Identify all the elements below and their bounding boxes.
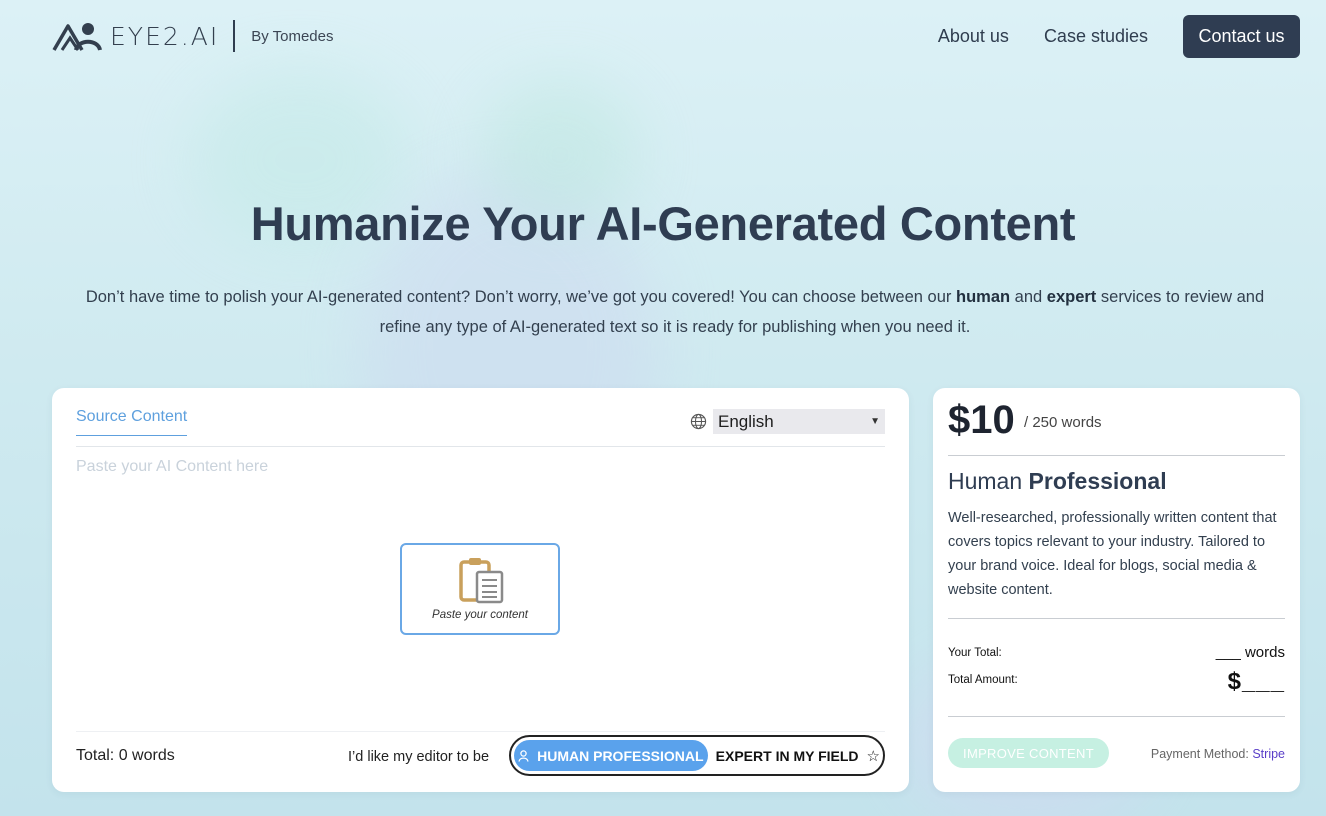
pricing-card: $10 / 250 words Human Professional Well-…	[933, 388, 1300, 792]
site-header: EYE2.AI By Tomedes About us Case studies…	[0, 0, 1326, 74]
editor-footer-divider	[76, 731, 885, 732]
word-total: Total: 0 words	[76, 747, 175, 764]
language-selected: English	[718, 411, 774, 431]
plan-description: Well-researched, professionally written …	[948, 510, 1277, 598]
pricing-divider-top	[948, 455, 1285, 456]
language-picker: English ▼	[690, 409, 885, 434]
total-amount-label: Total Amount:	[948, 674, 1018, 686]
editor-type-toggle: HUMAN PROFESSIONAL EXPERT IN MY FIELD ☆	[509, 735, 885, 776]
pricing-divider-middle	[948, 618, 1285, 619]
logo-mark-icon	[52, 23, 102, 51]
payment-stripe-link[interactable]: Stripe	[1252, 747, 1285, 761]
nav-case-studies[interactable]: Case studies	[1044, 26, 1148, 47]
total-amount-value: $___	[1227, 668, 1285, 695]
hero-bold-human: human	[955, 288, 1011, 306]
logo-byline: By Tomedes	[251, 27, 334, 45]
logo-divider	[233, 20, 236, 52]
your-total-label: Your Total:	[948, 647, 1002, 659]
paste-content-label: Paste your content	[432, 609, 528, 621]
tab-source-content[interactable]: Source Content	[76, 408, 188, 436]
content-input-placeholder[interactable]: Paste your AI Content here	[76, 458, 268, 476]
main-nav: About us Case studies Contact us	[938, 15, 1300, 58]
price-unit: / 250 words	[1024, 414, 1102, 431]
option-expert-in-my-field[interactable]: EXPERT IN MY FIELD ☆	[716, 747, 880, 765]
tab-divider	[76, 446, 885, 447]
user-icon	[518, 749, 529, 762]
hero-description: Don’t have time to polish your AI-genera…	[85, 288, 1265, 336]
pricing-divider-bottom	[948, 716, 1285, 717]
logo-text: EYE2.AI	[110, 21, 220, 51]
editor-card: Source Content English ▼ Paste your AI C…	[52, 388, 909, 792]
clipboard-icon	[459, 558, 504, 604]
hero-title: Humanize Your AI-Generated Content	[250, 197, 1076, 250]
nav-about-us[interactable]: About us	[938, 26, 1009, 47]
option-human-professional[interactable]: HUMAN PROFESSIONAL	[514, 740, 708, 771]
caret-down-icon: ▼	[870, 416, 880, 427]
payment-method: Payment Method: Stripe	[1150, 747, 1285, 761]
option-expert-label: EXPERT IN MY FIELD	[715, 747, 859, 764]
language-select[interactable]: English ▼	[713, 409, 885, 434]
paste-content-button[interactable]: Paste your content	[400, 543, 560, 635]
your-total-words: ___ words	[1215, 644, 1285, 661]
hero-bold-expert: expert	[1046, 288, 1097, 306]
plan-title: Human Professional	[948, 468, 1167, 494]
improve-content-button[interactable]: IMPROVE CONTENT	[948, 738, 1109, 768]
brand-logo[interactable]: EYE2.AI By Tomedes	[52, 18, 333, 54]
globe-icon	[690, 413, 707, 430]
price-amount: $10	[948, 398, 1015, 442]
option-human-label: HUMAN PROFESSIONAL	[537, 747, 704, 764]
star-icon: ☆	[866, 747, 880, 765]
contact-us-button[interactable]: Contact us	[1183, 15, 1300, 58]
editor-preference-label: I’d like my editor to be	[348, 749, 490, 765]
